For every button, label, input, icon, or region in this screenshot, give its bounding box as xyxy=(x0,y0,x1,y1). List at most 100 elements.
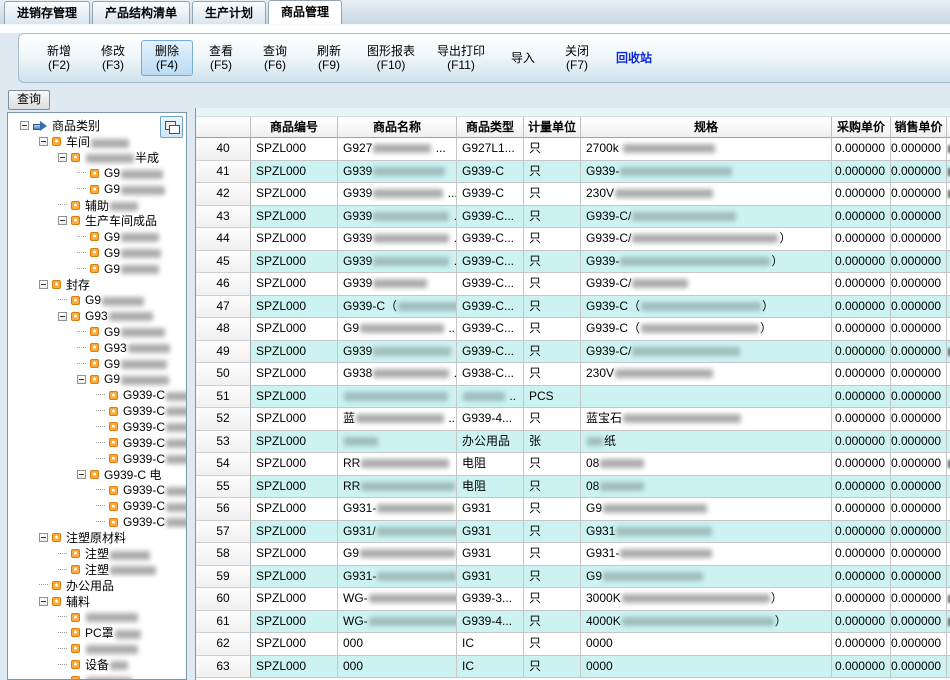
header-cell-1[interactable]: 商品编号 xyxy=(251,117,338,138)
cell-type: G939-4... xyxy=(457,611,524,634)
tree-item[interactable]: 生产车间成品 xyxy=(8,213,186,229)
table-row[interactable]: 53SPZL000办公用品张纸0.0000000.000000 xyxy=(196,431,950,454)
tree-item[interactable]: G9 xyxy=(8,245,186,261)
table-row[interactable]: 46SPZL000G939G939-C...只G939-C/0.0000000.… xyxy=(196,273,950,296)
tree-item[interactable]: G939-C xyxy=(8,403,186,419)
tree-item[interactable]: 辅助 xyxy=(8,197,186,213)
table-row[interactable]: 61SPZL000WG- ...G939-4...只4000K）0.000000… xyxy=(196,611,950,634)
collapse-minus-icon[interactable] xyxy=(39,137,48,146)
tree-item[interactable] xyxy=(8,641,186,657)
tree-connector xyxy=(58,632,67,634)
cell-code: SPZL000 xyxy=(251,498,338,521)
recycle-bin-button[interactable]: 回收站 xyxy=(605,47,663,69)
tree-item[interactable]: 设备 xyxy=(8,657,186,673)
table-row[interactable]: 49SPZL000G939 ...G939-C...只G939-C/0.0000… xyxy=(196,341,950,364)
tree-item[interactable]: G9 xyxy=(8,261,186,277)
table-row[interactable]: 54SPZL000RR电阻只080.0000000.000000 xyxy=(196,453,950,476)
tree-item[interactable]: G9 xyxy=(8,292,186,308)
tree-item[interactable]: G9 xyxy=(8,166,186,182)
collapse-minus-icon[interactable] xyxy=(58,153,67,162)
tree-item[interactable]: G939-C xyxy=(8,435,186,451)
tab-3[interactable]: 生产计划 xyxy=(192,1,266,24)
tree-item[interactable]: 注塑 xyxy=(8,546,186,562)
tree-item[interactable]: G939-C xyxy=(8,451,186,467)
table-row[interactable]: 45SPZL000G939 ...G939-C...只G939-）0.00000… xyxy=(196,251,950,274)
collapse-minus-icon[interactable] xyxy=(39,280,48,289)
table-row[interactable]: 44SPZL000G939 ...G939-C...只G939-C/）0.000… xyxy=(196,228,950,251)
table-row[interactable]: 47SPZL000G939-C（ ...G939-C...只G939-C（）0.… xyxy=(196,296,950,319)
toolbar-button-4[interactable]: 查看(F5) xyxy=(195,40,247,76)
header-cell-2[interactable]: 商品名称 xyxy=(338,117,457,138)
table-row[interactable]: 58SPZL000G9 ...G931只G931-0.0000000.00000… xyxy=(196,543,950,566)
collapse-panel-button[interactable] xyxy=(160,116,183,138)
query-button[interactable]: 查询 xyxy=(8,90,50,110)
table-row[interactable]: 57SPZL000G931/G931只G9310.0000000.000000 xyxy=(196,521,950,544)
tree-item[interactable]: G9 xyxy=(8,324,186,340)
cell-code: SPZL000 xyxy=(251,566,338,589)
table-row[interactable]: 40SPZL000G927 ...G927L1...只2700k 0.00000… xyxy=(196,138,950,161)
table-row[interactable]: 41SPZL000G939G939-C只G939-0.0000000.00000… xyxy=(196,161,950,184)
table-row[interactable]: 43SPZL000G939 ...G939-C...只G939-C/0.0000… xyxy=(196,206,950,229)
table-row[interactable]: 60SPZL000WG- ...G939-3...只3000K）0.000000… xyxy=(196,588,950,611)
table-row[interactable]: 56SPZL000G931- ...G931只G90.0000000.00000… xyxy=(196,498,950,521)
collapse-minus-icon[interactable] xyxy=(39,533,48,542)
tree-item[interactable]: G939-C xyxy=(8,514,186,530)
tree-item[interactable]: G9 xyxy=(8,181,186,197)
tree-item[interactable]: 注塑原材料 xyxy=(8,530,186,546)
tree-item[interactable]: G9 xyxy=(8,372,186,388)
table-row[interactable]: 59SPZL000G931-G931只G90.0000000.000000 xyxy=(196,566,950,589)
tree-item[interactable]: 半成 xyxy=(8,150,186,166)
tree-item[interactable]: G939-C 电 xyxy=(8,467,186,483)
tree-item[interactable]: 封存 xyxy=(8,276,186,292)
collapse-minus-icon[interactable] xyxy=(77,470,86,479)
header-cell-3[interactable]: 商品类型 xyxy=(457,117,524,138)
table-row[interactable]: 48SPZL000G9 ...G939-C...只G939-C（）0.00000… xyxy=(196,318,950,341)
cell-buy: 0.000000 xyxy=(832,656,891,679)
tree-item[interactable]: PC罩 xyxy=(8,625,186,641)
collapse-minus-icon[interactable] xyxy=(58,216,67,225)
tree-item[interactable]: G939-C xyxy=(8,482,186,498)
tab-1[interactable]: 进销存管理 xyxy=(4,1,90,24)
toolbar-button-3[interactable]: 删除(F4) xyxy=(141,40,193,76)
tree-item-label: G93 xyxy=(85,309,154,323)
tree-item[interactable]: G939-C xyxy=(8,419,186,435)
toolbar-button-5[interactable]: 查询(F6) xyxy=(249,40,301,76)
toolbar-button-2[interactable]: 修改(F3) xyxy=(87,40,139,76)
table-row[interactable]: 62SPZL000000IC只00000.0000000.000000 xyxy=(196,633,950,656)
collapse-minus-icon[interactable] xyxy=(58,312,67,321)
toolbar-button-9[interactable]: 导入 xyxy=(497,47,549,69)
tree-item[interactable]: G93 xyxy=(8,308,186,324)
table-row[interactable]: 50SPZL000G938 ...G938-C...只230V0.0000000… xyxy=(196,363,950,386)
tree-item[interactable]: G9 xyxy=(8,229,186,245)
header-cell-7[interactable]: 销售单价 xyxy=(891,117,947,138)
toolbar-button-1[interactable]: 新增(F2) xyxy=(33,40,85,76)
toolbar-button-7[interactable]: 图形报表(F10) xyxy=(357,40,425,76)
collapse-minus-icon[interactable] xyxy=(39,597,48,606)
table-row[interactable]: 52SPZL000蓝 ...G939-4...只蓝宝石0.0000000.000… xyxy=(196,408,950,431)
tree-item[interactable]: G9 xyxy=(8,356,186,372)
toolbar-button-10[interactable]: 关闭(F7) xyxy=(551,40,603,76)
tree-item[interactable]: 注塑 xyxy=(8,562,186,578)
tree-item[interactable]: 辅料 xyxy=(8,593,186,609)
tree-item-label: 注塑 xyxy=(85,561,157,578)
tree-item[interactable]: 办公用品 xyxy=(8,577,186,593)
tree-item[interactable]: G939-C xyxy=(8,387,186,403)
table-row[interactable]: 55SPZL000RR电阻只080.0000000.000000 xyxy=(196,476,950,499)
header-cell-5[interactable]: 规格 xyxy=(581,117,832,138)
collapse-minus-icon[interactable] xyxy=(20,121,29,130)
tree-item[interactable] xyxy=(8,609,186,625)
table-row[interactable]: 42SPZL000G939 ...G939-C只230V0.0000000.00… xyxy=(196,183,950,206)
header-cell-4[interactable]: 计量单位 xyxy=(524,117,581,138)
tab-4[interactable]: 商品管理 xyxy=(268,0,342,24)
tab-2[interactable]: 产品结构清单 xyxy=(92,1,190,24)
header-cell-6[interactable]: 采购单价 xyxy=(832,117,891,138)
tree-item[interactable]: G939-C xyxy=(8,498,186,514)
tree-item[interactable]: G93 xyxy=(8,340,186,356)
toolbar-button-6[interactable]: 刷新(F9) xyxy=(303,40,355,76)
table-row[interactable]: 51SPZL000 ..PCS0.0000000.000000 xyxy=(196,386,950,409)
category-bullet-icon xyxy=(71,628,80,637)
collapse-minus-icon[interactable] xyxy=(77,375,86,384)
toolbar-button-8[interactable]: 导出打印(F11) xyxy=(427,40,495,76)
tree-item[interactable] xyxy=(8,673,186,680)
table-row[interactable]: 63SPZL000000IC只00000.0000000.000000 xyxy=(196,656,950,679)
